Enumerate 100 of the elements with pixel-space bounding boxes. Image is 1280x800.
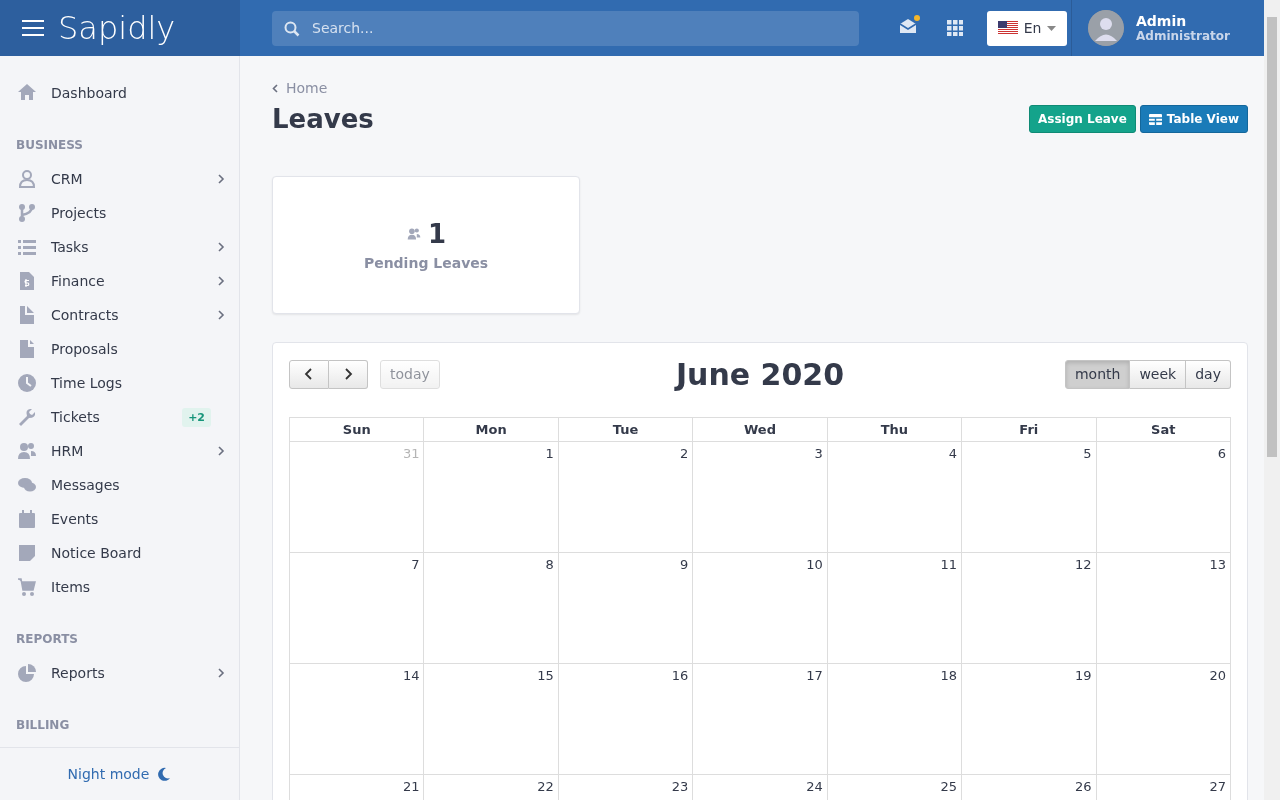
sidebar-item-label: Dashboard <box>51 85 128 101</box>
day-number: 23 <box>671 778 690 794</box>
day-number: 11 <box>940 556 959 572</box>
day-number: 15 <box>537 667 555 683</box>
sidebar-item[interactable]: Reports <box>0 656 239 690</box>
day-cell[interactable]: 15 <box>423 663 559 775</box>
day-cell[interactable]: 19 <box>961 663 1097 775</box>
sidebar-item[interactable]: Dashboard <box>0 76 239 110</box>
sidebar-item[interactable]: Notice Board <box>0 536 239 570</box>
people-icon <box>17 441 37 461</box>
note-icon <box>17 543 37 563</box>
sidebar-item[interactable]: Proposals <box>0 332 239 366</box>
sidebar-item-label: Reports <box>51 665 106 681</box>
day-cell[interactable]: 21 <box>289 774 424 800</box>
user-role: Administrator <box>1136 29 1230 43</box>
weekday-header: Tue <box>558 417 693 442</box>
user-name: Admin <box>1136 13 1188 29</box>
file-icon <box>17 339 37 359</box>
day-number: 3 <box>814 445 824 461</box>
day-cell[interactable]: 3 <box>692 441 828 553</box>
section-heading: REPORTS <box>15 631 79 648</box>
pie-chart-icon <box>17 663 37 683</box>
avatar-silhouette[interactable] <box>1088 10 1124 46</box>
day-cell[interactable]: 17 <box>692 663 828 775</box>
sidebar-item-label: Proposals <box>51 341 119 357</box>
grid-icon[interactable] <box>947 20 963 36</box>
scrollbar[interactable] <box>1264 0 1280 800</box>
day-cell[interactable]: 9 <box>558 552 693 664</box>
weekday-header: Sun <box>289 417 424 442</box>
day-number: 8 <box>545 556 555 572</box>
wrench-icon <box>17 407 37 427</box>
day-cell[interactable]: 13 <box>1096 552 1231 664</box>
sidebar-item[interactable]: Events <box>0 502 239 536</box>
weekday-header: Wed <box>692 417 828 442</box>
chevron-left-icon[interactable] <box>272 83 278 93</box>
next-button[interactable] <box>329 359 368 389</box>
day-cell[interactable]: 11 <box>827 552 962 664</box>
day-cell[interactable]: 20 <box>1096 663 1231 775</box>
caret-icon <box>1047 25 1057 31</box>
day-cell[interactable]: 12 <box>961 552 1097 664</box>
day-cell[interactable]: 18 <box>827 663 962 775</box>
day-number: 22 <box>537 778 555 794</box>
day-cell[interactable]: 1 <box>423 441 559 553</box>
day-cell[interactable]: 2 <box>558 441 693 553</box>
view-tab[interactable]: week <box>1130 359 1187 389</box>
moon-icon[interactable] <box>157 767 172 781</box>
day-cell[interactable]: 4 <box>827 441 962 553</box>
day-number: 24 <box>806 778 824 794</box>
language-dropdown[interactable]: En <box>987 10 1067 46</box>
day-number: 1 <box>545 445 555 461</box>
sidebar-item[interactable]: Finance <box>0 264 239 298</box>
day-cell[interactable]: 14 <box>289 663 424 775</box>
sidebar-item[interactable]: HRM <box>0 434 239 468</box>
sidebar-item[interactable]: Projects <box>0 196 239 230</box>
table-view-button[interactable]: Table View <box>1139 105 1248 133</box>
sidebar-item[interactable]: Messages <box>0 468 239 502</box>
sidebar-item[interactable]: CRM <box>0 162 239 196</box>
view-tab[interactable]: day <box>1186 359 1231 389</box>
sidebar-item[interactable]: Items <box>0 570 239 604</box>
sidebar-item-label: Tasks <box>51 239 90 255</box>
envelope-icon[interactable] <box>899 18 917 34</box>
sidebar-item-label: Projects <box>51 205 108 221</box>
day-number: 9 <box>680 556 690 572</box>
sidebar-item-label: Finance <box>51 273 106 289</box>
day-number: 16 <box>671 667 690 683</box>
cart-icon <box>17 577 37 597</box>
invoice-icon <box>17 271 37 291</box>
sidebar-item-label: Time Logs <box>51 375 123 391</box>
sidebar-item[interactable]: Tickets +2 <box>0 400 239 434</box>
day-number: 2 <box>680 445 690 461</box>
table-icon <box>1148 113 1162 125</box>
day-number: 7 <box>411 556 421 572</box>
day-number: 26 <box>1075 778 1093 794</box>
day-cell[interactable]: 10 <box>692 552 828 664</box>
count-badge: +2 <box>182 407 211 427</box>
view-tab[interactable]: month <box>1064 359 1131 389</box>
sidebar-item-label: Contracts <box>51 307 120 323</box>
sidebar-item[interactable]: Contracts <box>0 298 239 332</box>
day-number: 4 <box>948 445 959 461</box>
sidebar-item[interactable]: Tasks <box>0 230 239 264</box>
day-number: 20 <box>1209 667 1227 683</box>
search-field[interactable]: Search... <box>272 10 859 46</box>
sidebar-item-label: Tickets <box>51 409 101 425</box>
menu-icon[interactable] <box>22 20 44 36</box>
day-cell[interactable]: 8 <box>423 552 559 664</box>
day-cell[interactable]: 7 <box>289 552 424 664</box>
sidebar-item-label: Events <box>51 511 100 527</box>
section-heading: BILLING <box>15 717 71 734</box>
sidebar-item-label: CRM <box>51 171 84 187</box>
list-icon <box>17 237 37 257</box>
night-mode-link[interactable]: Night mode <box>67 766 150 782</box>
day-cell[interactable]: 6 <box>1096 441 1231 553</box>
sidebar-item[interactable]: Time Logs <box>0 366 239 400</box>
day-number: 10 <box>806 556 824 572</box>
previous-button[interactable] <box>289 359 329 389</box>
weekday-header: Thu <box>827 417 962 442</box>
stat-label: Pending Leaves <box>363 255 489 271</box>
calendar-icon <box>17 509 37 529</box>
day-cell[interactable]: 5 <box>961 441 1097 553</box>
day-cell[interactable]: 16 <box>558 663 693 775</box>
